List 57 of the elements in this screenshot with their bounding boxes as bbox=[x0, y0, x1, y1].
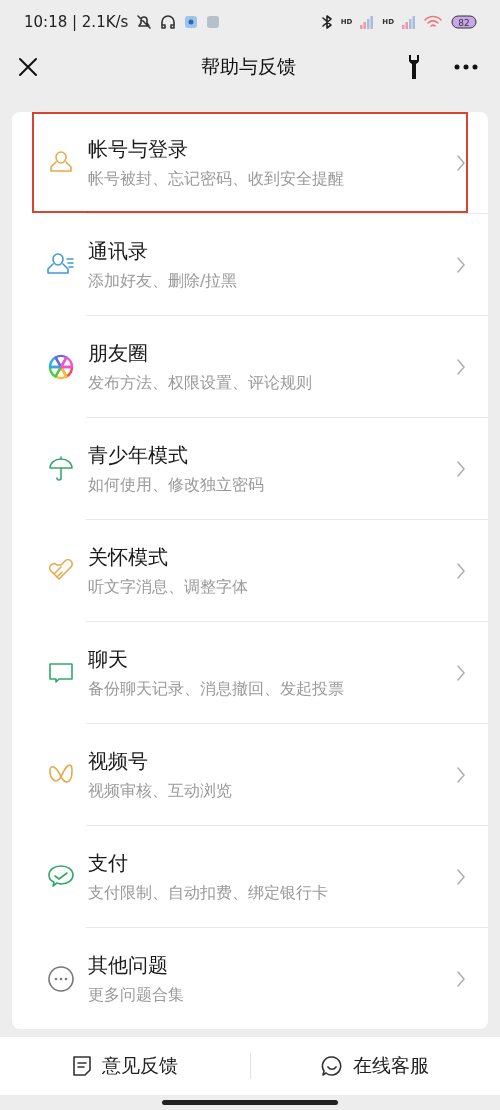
topic-title: 其他问题 bbox=[88, 951, 169, 979]
topic-subtitle: 帐号被封、忘记密码、收到安全提醒 bbox=[88, 168, 345, 190]
headphones-icon bbox=[160, 14, 177, 30]
topic-title: 关怀模式 bbox=[88, 543, 169, 571]
topic-title: 聊天 bbox=[88, 645, 129, 673]
smile-bubble-icon bbox=[321, 1055, 344, 1077]
bottom-bar-button[interactable]: 在线客服 bbox=[250, 1052, 500, 1080]
status-time: 10:18 | 2.1K/s bbox=[24, 13, 129, 31]
page-title: 帮助与反馈 bbox=[200, 54, 296, 79]
topic-subtitle: 视频审核、互动浏览 bbox=[88, 780, 233, 802]
topic-title: 青少年模式 bbox=[88, 441, 189, 469]
wifi-icon bbox=[424, 15, 442, 29]
signal-icon bbox=[360, 15, 375, 29]
bottom-bar-button[interactable]: 意见反馈 bbox=[0, 1052, 250, 1080]
topic-title: 通讯录 bbox=[88, 237, 149, 265]
close-icon bbox=[18, 57, 38, 77]
note-icon bbox=[71, 1055, 92, 1077]
topic-subtitle: 更多问题合集 bbox=[88, 984, 185, 1006]
help-topic-item[interactable]: 支付 支付限制、自动扣费、绑定银行卡 bbox=[32, 826, 468, 927]
more-circle-icon bbox=[47, 964, 75, 993]
chevron-icon bbox=[456, 459, 466, 478]
chevron-icon bbox=[456, 357, 466, 376]
more-icon bbox=[454, 64, 478, 70]
chevron-icon bbox=[456, 765, 466, 784]
topic-title: 视频号 bbox=[88, 747, 149, 775]
battery-icon: 82 bbox=[450, 13, 478, 31]
topic-subtitle: 备份聊天记录、消息撤回、发起投票 bbox=[88, 678, 345, 700]
chevron-icon bbox=[456, 867, 466, 886]
topic-subtitle: 如何使用、修改独立密码 bbox=[88, 474, 265, 496]
topic-subtitle: 发布方法、权限设置、评论规则 bbox=[88, 372, 313, 394]
help-topic-item[interactable]: 朋友圈 发布方法、权限设置、评论规则 bbox=[32, 316, 468, 417]
help-topic-item[interactable]: 其他问题 更多问题合集 bbox=[32, 928, 468, 1029]
aperture-icon bbox=[47, 352, 75, 381]
topic-subtitle: 支付限制、自动扣费、绑定银行卡 bbox=[88, 882, 329, 904]
chevron-icon bbox=[456, 663, 466, 682]
help-topic-item[interactable]: 青少年模式 如何使用、修改独立密码 bbox=[32, 418, 468, 519]
topic-title: 支付 bbox=[88, 849, 129, 877]
topic-subtitle: 听文字消息、调整字体 bbox=[88, 576, 249, 598]
chevron-icon bbox=[456, 561, 466, 580]
topic-title: 帐号与登录 bbox=[88, 135, 189, 163]
help-topic-item[interactable]: 视频号 视频审核、互动浏览 bbox=[32, 724, 468, 825]
help-topic-item[interactable]: 通讯录 添加好友、删除/拉黑 bbox=[32, 214, 468, 315]
signal-icon bbox=[402, 15, 416, 29]
chevron-icon bbox=[456, 153, 466, 172]
umbrella-icon bbox=[47, 454, 75, 483]
app-icon bbox=[206, 15, 221, 29]
bluetooth-icon bbox=[320, 14, 333, 30]
help-topic-item[interactable]: 帐号与登录 帐号被封、忘记密码、收到安全提醒 bbox=[32, 112, 468, 213]
help-topic-item[interactable]: 关怀模式 听文字消息、调整字体 bbox=[32, 520, 468, 621]
wrench-icon bbox=[406, 54, 422, 80]
app-icon bbox=[184, 15, 199, 29]
mute-bell-icon bbox=[136, 14, 153, 30]
chevron-icon bbox=[456, 969, 466, 988]
topic-title: 朋友圈 bbox=[88, 339, 149, 367]
topic-subtitle: 添加好友、删除/拉黑 bbox=[88, 270, 239, 292]
help-topic-item[interactable]: 聊天 备份聊天记录、消息撤回、发起投票 bbox=[32, 622, 468, 723]
chevron-icon bbox=[456, 255, 466, 274]
